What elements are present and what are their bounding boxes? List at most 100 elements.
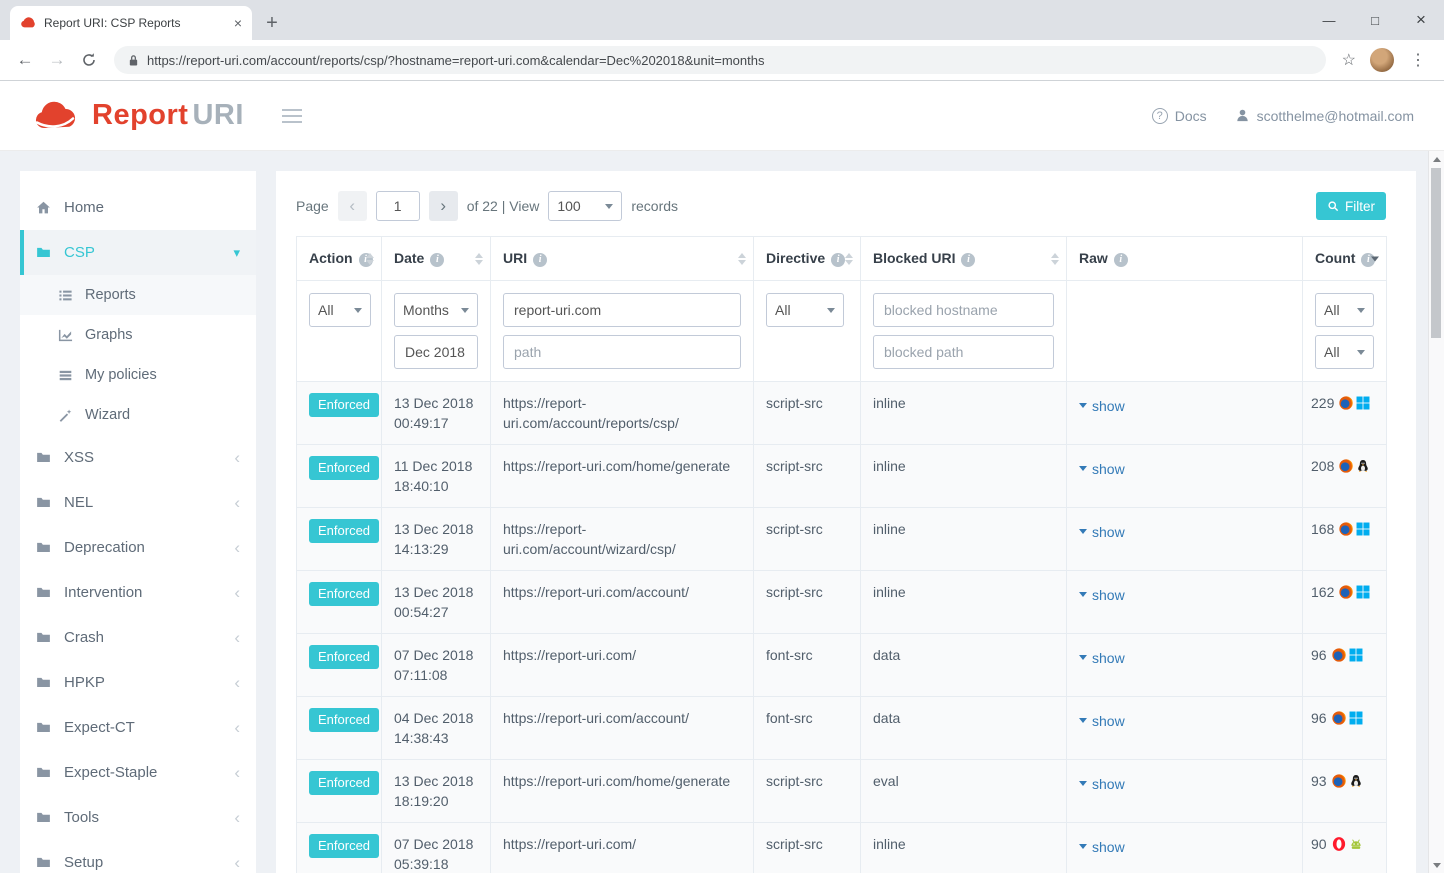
new-tab-button[interactable]: + (258, 9, 286, 37)
page-number-input[interactable] (376, 191, 420, 221)
count-filter-select-2[interactable]: All (1315, 335, 1374, 369)
sidebar-item-expect-staple[interactable]: Expect-Staple‹ (20, 750, 256, 795)
folder-icon (36, 540, 51, 555)
show-raw-link[interactable]: show (1079, 522, 1125, 542)
sidebar-subitem-graphs[interactable]: Graphs (20, 315, 256, 355)
bookmark-star-icon[interactable]: ☆ (1336, 50, 1362, 70)
caret-down-icon (1079, 781, 1087, 786)
info-icon[interactable] (961, 253, 975, 267)
info-icon[interactable] (831, 253, 845, 267)
show-raw-link[interactable]: show (1079, 459, 1125, 479)
column-count[interactable]: Count (1303, 237, 1387, 281)
uri-path-input[interactable] (503, 335, 741, 369)
show-raw-link[interactable]: show (1079, 774, 1125, 794)
action-filter-select[interactable]: All (309, 293, 371, 327)
date-unit-select[interactable]: Months (394, 293, 478, 327)
reload-button[interactable] (74, 45, 104, 75)
next-page-button[interactable]: › (429, 191, 458, 221)
browser-menu-icon[interactable]: ⋮ (1402, 50, 1434, 70)
browser-tab[interactable]: Report URI: CSP Reports × (10, 6, 252, 40)
sidebar-subitem-my-policies[interactable]: My policies (20, 355, 256, 395)
column-raw[interactable]: Raw (1067, 237, 1303, 281)
tab-strip: Report URI: CSP Reports × + — □ × (0, 0, 1444, 40)
column-uri[interactable]: URI (491, 237, 754, 281)
folder-icon (36, 585, 51, 600)
browser-profile-avatar[interactable] (1370, 48, 1394, 72)
chevron-left-icon: ‹ (234, 629, 240, 646)
info-icon[interactable] (430, 253, 444, 267)
caret-down-icon (461, 308, 469, 313)
folder-icon (36, 495, 51, 510)
back-button[interactable]: ← (10, 45, 40, 75)
window-close-button[interactable]: × (1398, 0, 1444, 40)
uri-hostname-input[interactable] (503, 293, 741, 327)
date-cell: 04 Dec 201814:38:43 (382, 697, 491, 760)
sidebar-item-home[interactable]: Home (20, 185, 256, 230)
account-menu[interactable]: scotthelme@hotmail.com (1235, 108, 1414, 124)
scroll-down-icon[interactable] (1429, 857, 1444, 873)
blocked-uri-cell: inline (861, 445, 1067, 508)
scroll-up-icon[interactable] (1429, 151, 1444, 167)
table-filter-row: All Months (297, 281, 1387, 382)
date-filter-input[interactable] (394, 335, 478, 369)
table-row: Enforced 11 Dec 201818:40:10 https://rep… (297, 445, 1387, 508)
address-bar[interactable]: https://report-uri.com/account/reports/c… (114, 46, 1326, 74)
sidebar-subitem-wizard[interactable]: Wizard (20, 395, 256, 435)
tab-close-icon[interactable]: × (232, 14, 244, 32)
show-raw-link[interactable]: show (1079, 648, 1125, 668)
blocked-uri-cell: data (861, 697, 1067, 760)
sidebar-item-csp[interactable]: CSP ▾ (20, 230, 256, 275)
uri-cell: https://report-uri.com/account/wizard/cs… (491, 508, 754, 571)
sidebar-item-nel[interactable]: NEL‹ (20, 480, 256, 525)
scrollbar-thumb[interactable] (1431, 168, 1441, 338)
column-directive[interactable]: Directive (754, 237, 861, 281)
forward-button[interactable]: → (42, 45, 72, 75)
sidebar-toggle-icon[interactable] (282, 109, 302, 123)
show-raw-link[interactable]: show (1079, 711, 1125, 731)
uri-cell: https://report-uri.com/home/generate (491, 445, 754, 508)
blocked-hostname-input[interactable] (873, 293, 1054, 327)
docs-link[interactable]: Docs (1152, 108, 1207, 124)
pagination-toolbar: Page ‹ › of 22 | View 100 records Filter (296, 191, 1386, 221)
blocked-path-input[interactable] (873, 335, 1054, 369)
sidebar-item-setup[interactable]: Setup‹ (20, 840, 256, 873)
info-icon[interactable] (533, 253, 547, 267)
sidebar-subitem-reports[interactable]: Reports (20, 275, 256, 315)
directive-filter-select[interactable]: All (766, 293, 844, 327)
count-filter-select-1[interactable]: All (1315, 293, 1374, 327)
column-date[interactable]: Date (382, 237, 491, 281)
sidebar-item-intervention[interactable]: Intervention‹ (20, 570, 256, 615)
sidebar-item-crash[interactable]: Crash‹ (20, 615, 256, 660)
directive-cell: script-src (754, 382, 861, 445)
windows-icon (1356, 522, 1370, 536)
enforced-badge: Enforced (309, 519, 379, 543)
column-blocked-uri[interactable]: Blocked URI (861, 237, 1067, 281)
folder-icon (36, 810, 51, 825)
firefox-icon (1332, 711, 1346, 725)
show-raw-link[interactable]: show (1079, 396, 1125, 416)
show-raw-link[interactable]: show (1079, 837, 1125, 857)
report-uri-favicon-icon (20, 15, 36, 31)
sidebar-item-deprecation[interactable]: Deprecation‹ (20, 525, 256, 570)
folder-icon (36, 720, 51, 735)
sidebar-item-tools[interactable]: Tools‹ (20, 795, 256, 840)
app-root: ReportURI Docs scotthelme@hotmail.com (0, 81, 1444, 873)
sidebar-item-xss[interactable]: XSS‹ (20, 435, 256, 480)
window-maximize-button[interactable]: □ (1352, 0, 1398, 40)
uri-cell: https://report-uri.com/account/ (491, 571, 754, 634)
page-scrollbar[interactable] (1428, 151, 1444, 873)
info-icon[interactable] (1114, 253, 1128, 267)
chevron-left-icon: ‹ (234, 809, 240, 826)
records-per-page-select[interactable]: 100 (548, 191, 622, 221)
caret-down-icon (354, 308, 362, 313)
report-uri-logo[interactable]: ReportURI (30, 99, 244, 133)
column-action[interactable]: Action (297, 237, 382, 281)
sidebar-item-hpkp[interactable]: HPKP‹ (20, 660, 256, 705)
caret-down-icon (1357, 308, 1365, 313)
sidebar-item-expect-ct[interactable]: Expect-CT‹ (20, 705, 256, 750)
window-minimize-button[interactable]: — (1306, 0, 1352, 40)
prev-page-button[interactable]: ‹ (338, 191, 367, 221)
folder-icon (36, 245, 51, 260)
show-raw-link[interactable]: show (1079, 585, 1125, 605)
filter-button[interactable]: Filter (1316, 192, 1386, 220)
